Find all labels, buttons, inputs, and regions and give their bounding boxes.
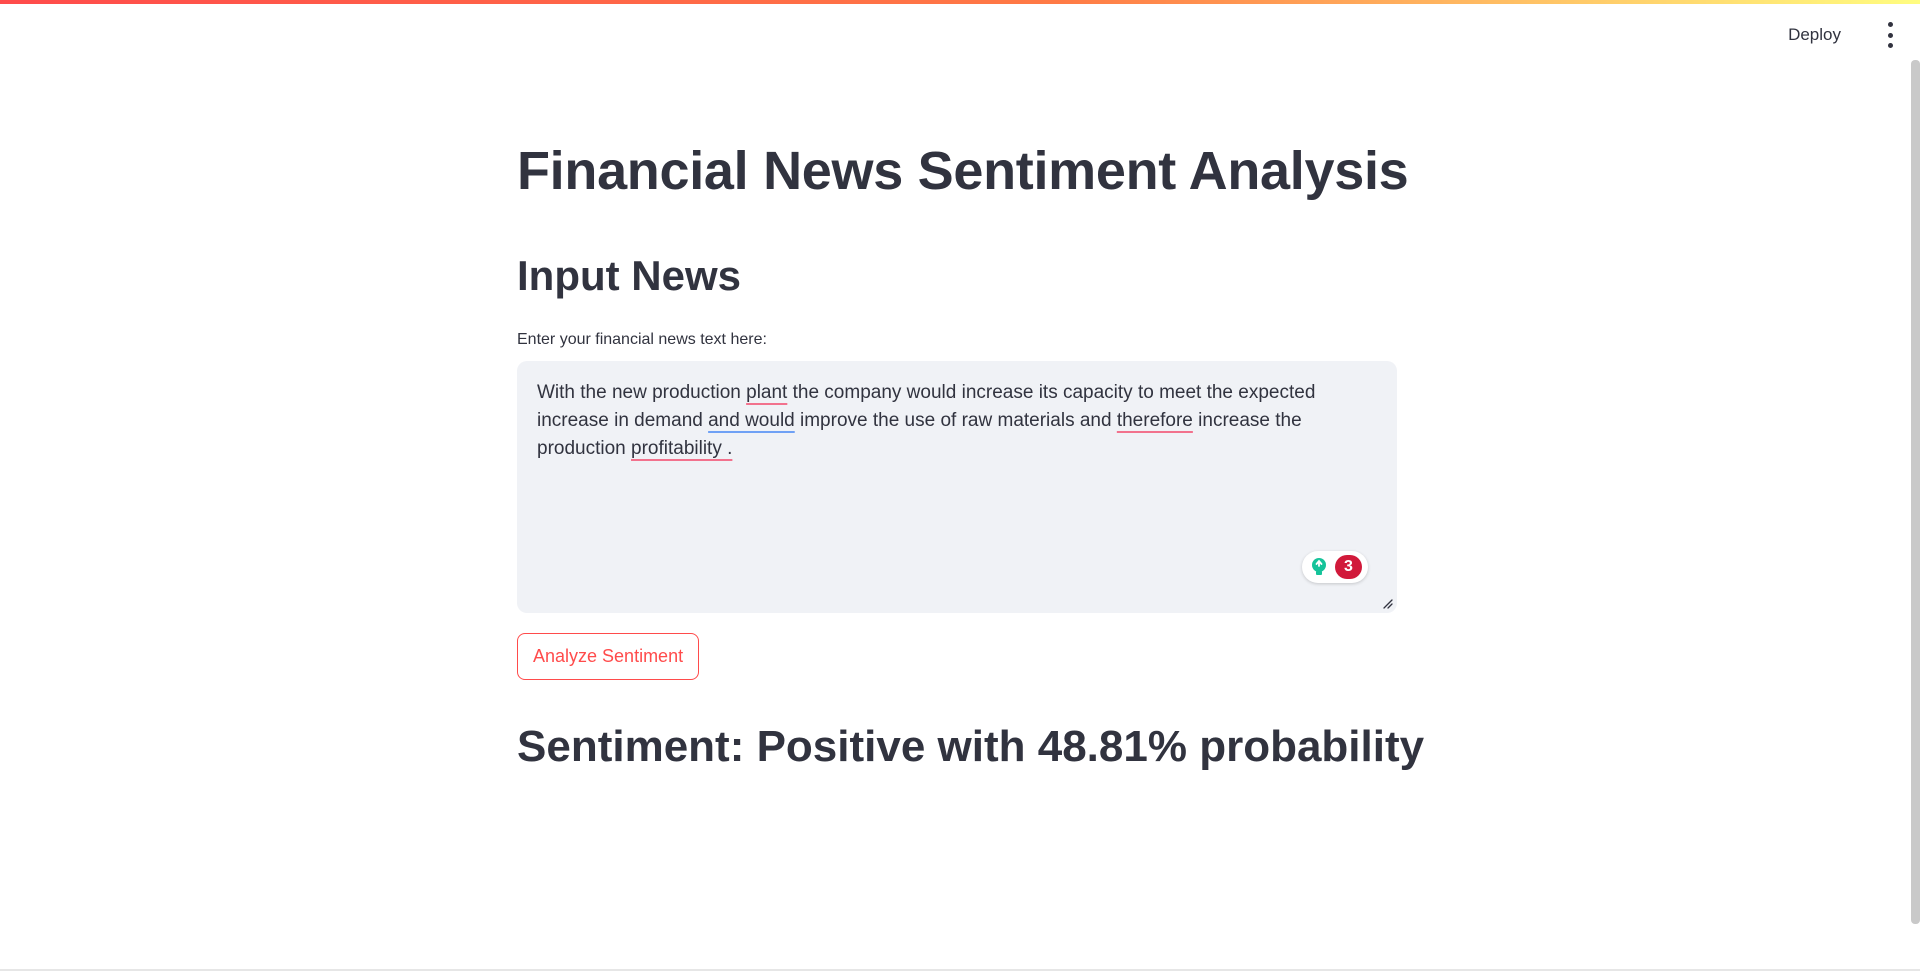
news-text-area[interactable]: With the new production plant the compan… xyxy=(517,361,1397,613)
grammar-flag-word[interactable]: and would xyxy=(708,410,795,431)
resize-handle-icon[interactable] xyxy=(1381,597,1393,609)
page-title: Financial News Sentiment Analysis xyxy=(517,141,1409,201)
spelling-flag-word[interactable]: therefore xyxy=(1117,410,1193,431)
kebab-dot-icon xyxy=(1887,32,1893,38)
issue-count-badge: 3 xyxy=(1335,555,1362,579)
news-text-value[interactable]: With the new production plant the compan… xyxy=(537,379,1357,463)
page-scrollbar[interactable] xyxy=(1911,60,1920,924)
kebab-dot-icon xyxy=(1887,43,1893,48)
sentiment-result: Sentiment: Positive with 48.81% probabil… xyxy=(517,722,1425,771)
text-segment: improve the use of raw materials and xyxy=(794,410,1117,431)
analyze-sentiment-button[interactable]: Analyze Sentiment xyxy=(517,633,700,680)
text-segment: With the new production xyxy=(537,382,747,403)
news-input-label: Enter your financial news text here: xyxy=(517,331,767,348)
section-header: Input News xyxy=(517,252,742,299)
grammarly-widget[interactable]: 3 xyxy=(1302,551,1368,583)
spelling-flag-word[interactable]: profitability . xyxy=(631,438,732,459)
kebab-dot-icon xyxy=(1887,22,1893,27)
main-menu-button[interactable] xyxy=(1878,22,1902,48)
spelling-flag-word[interactable]: plant xyxy=(746,382,787,403)
app-header: Deploy xyxy=(0,4,1920,60)
deploy-button[interactable]: Deploy xyxy=(1776,19,1853,51)
lightbulb-icon xyxy=(1312,558,1326,575)
